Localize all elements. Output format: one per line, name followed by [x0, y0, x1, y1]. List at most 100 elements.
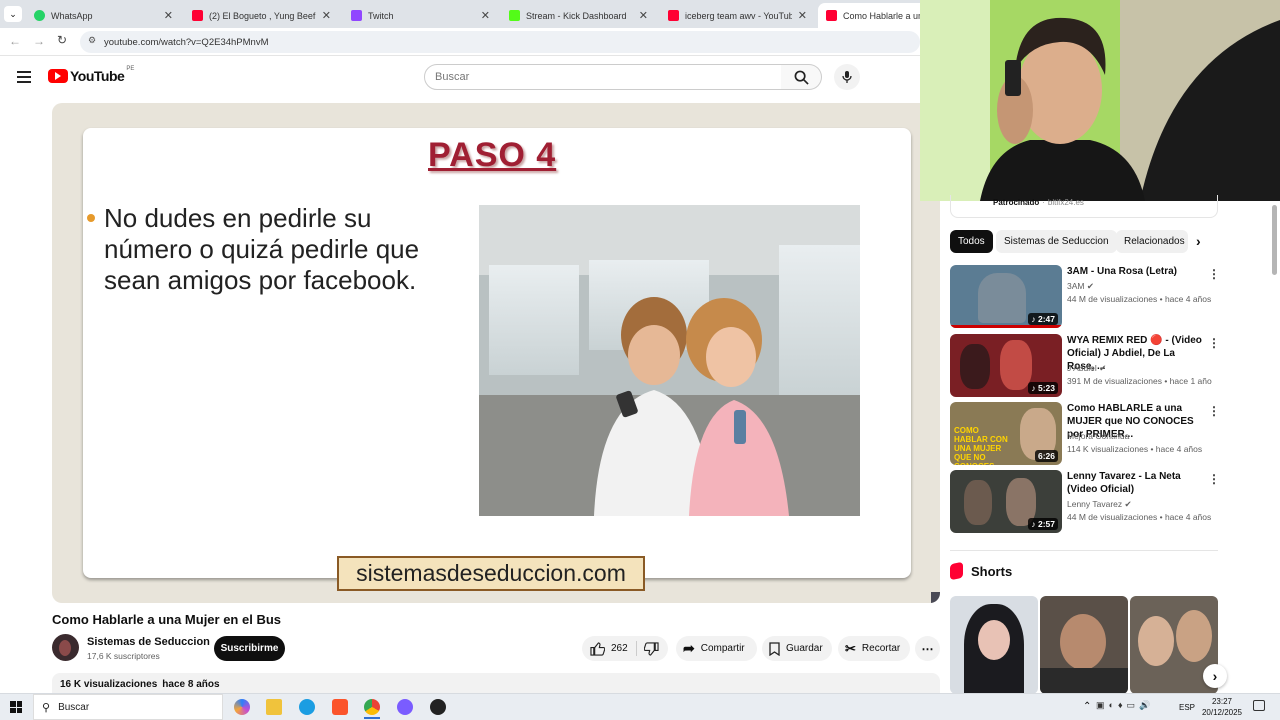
tab-whatsapp[interactable]: WhatsApp ✕ [26, 3, 181, 28]
bookmark-icon [769, 641, 780, 656]
chrome-icon[interactable] [364, 699, 380, 715]
upload-age: hace 8 años [162, 679, 220, 690]
save-button[interactable]: Guardar [769, 636, 823, 661]
close-tab-icon[interactable]: ✕ [481, 9, 490, 22]
reload-icon[interactable]: ↻ [57, 33, 67, 47]
tab-title: (2) El Bogueto , Yung Beef , Cu [209, 10, 316, 21]
language-indicator[interactable]: ESP [1179, 703, 1195, 712]
like-count: 262 [611, 643, 628, 654]
voice-search-button[interactable] [834, 64, 860, 90]
duration-badge: ♪ 5:23 [1028, 382, 1058, 394]
share-button[interactable]: ➦ Compartir [683, 636, 745, 661]
video-meta: 44 M de visualizaciones • hace 4 años [1067, 512, 1212, 522]
shorts-next-button[interactable]: › [1203, 664, 1227, 688]
site-info-icon[interactable]: ⚙ [88, 35, 96, 46]
edge-icon[interactable] [299, 699, 315, 715]
windows-start-icon[interactable] [10, 701, 22, 713]
scissors-icon: ✂ [845, 640, 856, 656]
video-thumbnail[interactable]: ♪ 2:57 [950, 470, 1062, 533]
like-button[interactable]: 262 [590, 636, 628, 661]
slide-bullet-text: No dudes en pedirle su número o quizá pe… [104, 203, 420, 295]
clock-date: 20/12/2025 [1201, 708, 1243, 717]
tab-youtube-iceberg[interactable]: iceberg team awv - YouTube ✕ [660, 3, 815, 28]
more-actions-button[interactable]: ⋯ [915, 636, 940, 661]
short-thumbnail[interactable] [950, 596, 1038, 694]
channel-avatar[interactable] [52, 634, 79, 661]
brave-icon[interactable] [332, 699, 348, 715]
tab-kick-dashboard[interactable]: Stream - Kick Dashboard ✕ [501, 3, 656, 28]
sponsored-card[interactable] [950, 195, 1218, 218]
sidebar-divider [950, 550, 1218, 551]
channel-name[interactable]: 3AM [1067, 281, 1084, 291]
channel-line: Lenny Tavarez ✔ [1067, 499, 1132, 510]
recommendation-item[interactable]: COMO HABLAR CON UNA MUJER QUE NO CONOCES… [950, 402, 1220, 466]
channel-name[interactable]: Sistemas de Seduccion [87, 636, 210, 648]
shorts-title: Shorts [971, 563, 1013, 579]
back-icon[interactable]: ← [9, 34, 21, 48]
chip-sistemas-de-seduccion[interactable]: Sistemas de Seduccion [996, 230, 1117, 253]
channel-name[interactable]: Mejora Continua [1067, 431, 1129, 441]
obs-icon[interactable] [430, 699, 446, 715]
video-meta: 114 K visualizaciones • hace 4 años [1067, 444, 1203, 454]
more-options-icon[interactable]: ⋮ [1208, 336, 1220, 350]
channel-name[interactable]: Lenny Tavarez [1067, 499, 1122, 509]
logo-text: YouTube [70, 68, 125, 84]
more-options-icon[interactable]: ⋮ [1208, 404, 1220, 418]
search-input[interactable]: Buscar [424, 64, 782, 90]
more-options-icon[interactable]: ⋮ [1208, 267, 1220, 281]
menu-icon[interactable] [17, 71, 31, 83]
chrome-active-indicator [364, 717, 380, 719]
short-thumbnail[interactable] [1040, 596, 1128, 694]
video-thumbnail[interactable]: ♪ 2:47 [950, 265, 1062, 328]
channel-line: J Abdiel ✔ [1067, 363, 1106, 374]
chevron-right-icon[interactable]: › [1196, 233, 1201, 249]
close-tab-icon[interactable]: ✕ [322, 9, 331, 22]
recommendation-item[interactable]: ♪ 2:47 3AM - Una Rosa (Letra) 3AM ✔ 44 M… [950, 265, 1220, 329]
close-tab-icon[interactable]: ✕ [798, 9, 807, 22]
slide-title: PASO 4 [428, 136, 557, 174]
video-player[interactable]: PASO 4 No dudes en pedirle su número o q… [52, 103, 940, 603]
search-button[interactable] [781, 64, 822, 90]
chevron-up-icon[interactable]: ⌃ [1083, 701, 1091, 712]
channel-name[interactable]: J Abdiel [1067, 363, 1097, 373]
clip-button[interactable]: ✂ Recortar [845, 636, 900, 661]
close-tab-icon[interactable]: ✕ [639, 9, 648, 22]
scrollbar-thumb[interactable] [1272, 205, 1277, 275]
couple-on-bus-image [479, 205, 860, 516]
clock-time: 23:27 [1211, 697, 1233, 706]
video-thumbnail[interactable]: ♪ 5:23 [950, 334, 1062, 397]
close-tab-icon[interactable]: ✕ [164, 9, 173, 22]
forward-icon[interactable]: → [33, 34, 45, 48]
tab-twitch[interactable]: Twitch ✕ [343, 3, 498, 28]
discord-icon[interactable] [397, 699, 413, 715]
video-title[interactable]: Lenny Tavarez - La Neta (Video Oficial) [1067, 470, 1202, 496]
view-count: 16 K visualizaciones [60, 679, 158, 690]
verified-icon: ✔ [1099, 363, 1107, 373]
sponsored-label: Patrocinado [993, 198, 1040, 207]
video-meta: 44 M de visualizaciones • hace 4 años [1067, 294, 1212, 304]
url-field[interactable]: ⚙ youtube.com/watch?v=Q2E34hPMnvM [80, 31, 920, 53]
recommendation-item[interactable]: ♪ 5:23 WYA REMIX RED 🔴 - (Video Oficial)… [950, 334, 1220, 398]
dislike-button[interactable] [644, 636, 659, 661]
recommendation-item[interactable]: ♪ 2:57 Lenny Tavarez - La Neta (Video Of… [950, 470, 1220, 534]
clock[interactable]: 23:27 20/12/2025 [1200, 696, 1244, 718]
chip-all[interactable]: Todos [950, 230, 993, 253]
channel-watermark-image[interactable] [931, 592, 940, 603]
subscribe-button[interactable]: Suscribirme [214, 636, 285, 661]
youtube-icon [192, 10, 203, 21]
file-explorer-icon[interactable] [266, 699, 282, 715]
notification-icon[interactable] [1253, 700, 1265, 711]
tab-list-button[interactable]: ⌄ [4, 6, 22, 22]
youtube-logo[interactable]: YouTube PE [48, 66, 134, 84]
video-thumbnail[interactable]: COMO HABLAR CON UNA MUJER QUE NO CONOCES… [950, 402, 1062, 465]
chip-related[interactable]: Relacionados [1116, 230, 1188, 253]
sponsored-domain: bltifx24.es [1047, 198, 1084, 207]
tab-youtube-bogueto[interactable]: (2) El Bogueto , Yung Beef , Cu ✕ [184, 3, 339, 28]
taskbar-search[interactable]: ⚲ Buscar [33, 694, 223, 720]
thumbs-down-icon [644, 641, 659, 656]
copilot-icon[interactable] [234, 699, 250, 715]
video-title[interactable]: 3AM - Una Rosa (Letra) [1067, 265, 1202, 278]
youtube-icon [668, 10, 679, 21]
tab-youtube-current[interactable]: Como Hablarle a una M [818, 3, 928, 28]
more-options-icon[interactable]: ⋮ [1208, 472, 1220, 486]
